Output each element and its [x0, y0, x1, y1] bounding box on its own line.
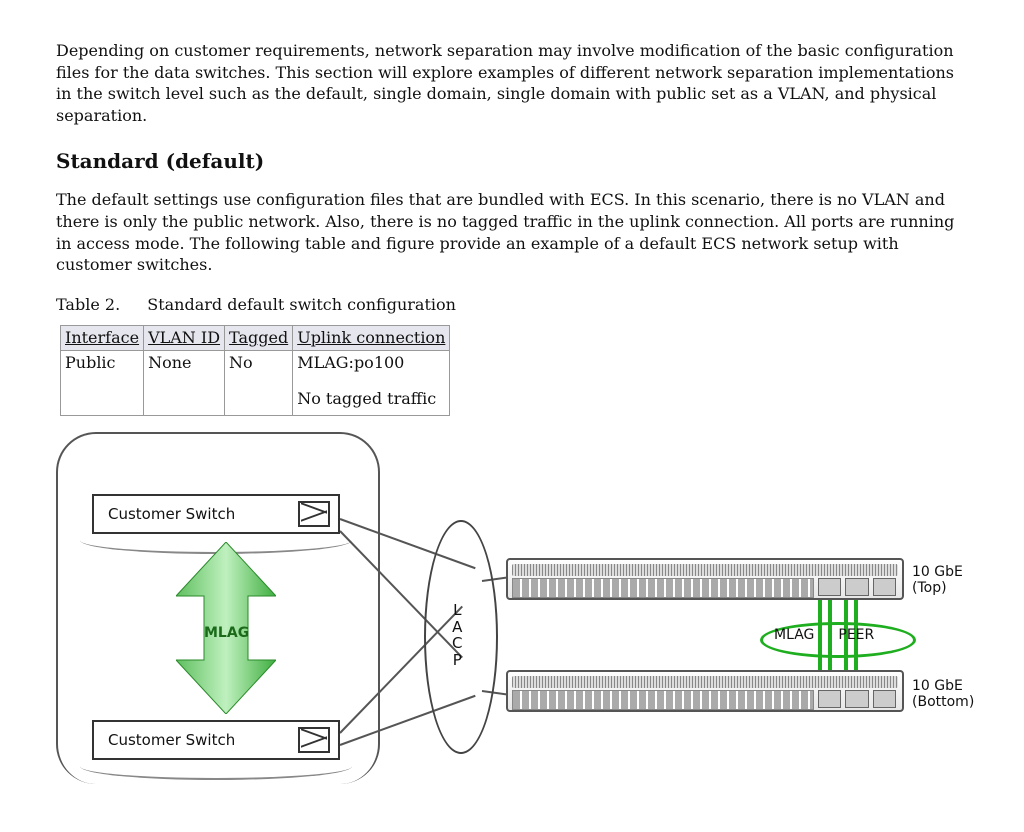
mlag-peer-label: MLAGPEER	[774, 626, 874, 645]
table-header-row: Interface VLAN ID Tagged Uplink connecti…	[61, 326, 450, 351]
config-table: Interface VLAN ID Tagged Uplink connecti…	[60, 325, 450, 416]
customer-switch-bottom-label: Customer Switch	[108, 730, 235, 750]
rack-switch-top	[506, 558, 904, 600]
network-diagram: Customer Switch MLAG Customer Switch LAC…	[56, 432, 968, 792]
switch-mgmt-icon	[818, 578, 896, 596]
col-vlan-id: VLAN ID	[144, 326, 225, 351]
col-tagged: Tagged	[225, 326, 293, 351]
intro-paragraph: Depending on customer requirements, netw…	[56, 40, 968, 126]
mlag-label: MLAG	[204, 624, 249, 643]
section-body: The default settings use configuration f…	[56, 189, 968, 275]
cell-vlan-id: None	[144, 350, 225, 415]
customer-switch-bottom: Customer Switch	[92, 720, 340, 760]
cell-uplink-line1: MLAG:po100	[297, 352, 445, 374]
switch-icon	[298, 501, 330, 527]
cell-uplink: MLAG:po100 No tagged traffic	[293, 350, 450, 415]
table-number: Table 2.	[56, 295, 120, 314]
gbe-top-label: 10 GbE (Top)	[912, 564, 963, 596]
customer-switch-top: Customer Switch	[92, 494, 340, 534]
lacp-label: LACP	[452, 602, 462, 668]
gbe-bottom-label: 10 GbE (Bottom)	[912, 678, 974, 710]
switch-ports-icon	[512, 690, 814, 710]
switch-icon	[298, 727, 330, 753]
table-row: Public None No MLAG:po100 No tagged traf…	[61, 350, 450, 415]
col-uplink: Uplink connection	[293, 326, 450, 351]
col-interface: Interface	[61, 326, 144, 351]
section-heading: Standard (default)	[56, 148, 968, 175]
customer-switch-top-label: Customer Switch	[108, 504, 235, 524]
cell-uplink-line2: No tagged traffic	[297, 388, 445, 410]
table-title: Standard default switch configuration	[147, 295, 456, 314]
rack-switch-bottom	[506, 670, 904, 712]
cell-tagged: No	[225, 350, 293, 415]
switch-vent-icon	[512, 564, 898, 576]
table-caption: Table 2. Standard default switch configu…	[56, 294, 968, 316]
switch-ports-icon	[512, 578, 814, 598]
cell-interface: Public	[61, 350, 144, 415]
switch-vent-icon	[512, 676, 898, 688]
switch-mgmt-icon	[818, 690, 896, 708]
